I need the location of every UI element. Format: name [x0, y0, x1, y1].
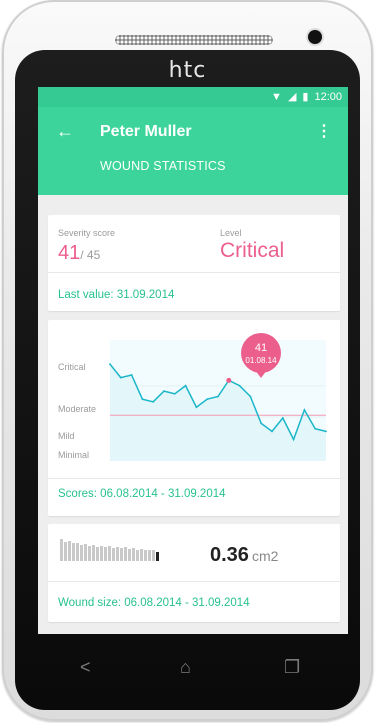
y-tick-mild: Mild [58, 431, 75, 441]
wound-size-bar [152, 550, 155, 561]
data-point [173, 392, 176, 395]
severity-card[interactable]: Severity score 41/ 45 Level Critical Las… [48, 215, 340, 311]
more-vert-icon[interactable]: ⋮ [316, 121, 332, 141]
data-point [195, 406, 198, 409]
wound-size-bar [108, 545, 111, 561]
data-point [119, 376, 122, 379]
wound-size-bar [80, 544, 83, 561]
wound-size-unit: cm2 [251, 548, 279, 564]
arrow-left-icon[interactable]: ← [56, 121, 74, 142]
severity-score: 41/ 45 [58, 242, 100, 265]
wound-size-bar [96, 546, 99, 561]
wound-size-bar [116, 546, 119, 561]
data-point [325, 430, 327, 433]
y-tick-moderate: Moderate [58, 404, 96, 414]
status-time: 12:00 [314, 90, 342, 103]
data-point [152, 400, 155, 403]
brand-logo: htc [168, 58, 207, 83]
data-point [271, 430, 273, 433]
status-bar: ▼ ◢ ▮ 12:00 [38, 87, 348, 107]
data-point [109, 363, 111, 366]
wound-size-bar [124, 547, 127, 561]
recents-icon[interactable]: ❐ [284, 657, 300, 678]
card-divider [48, 478, 340, 479]
page-subtitle: WOUND STATISTICS [100, 159, 226, 173]
tooltip-value: 41 [255, 342, 267, 354]
data-point [238, 384, 241, 387]
data-point [303, 409, 306, 411]
wound-size-bar [148, 550, 151, 561]
y-tick-critical: Critical [58, 362, 86, 372]
wound-size-bar [76, 543, 79, 561]
wound-size-sparkbars [60, 539, 159, 561]
data-point [184, 384, 187, 387]
data-point [130, 374, 133, 376]
signal-icon: ◢ [287, 91, 297, 103]
level-label: Level [220, 228, 242, 238]
back-icon[interactable]: < [80, 657, 91, 678]
data-point [260, 422, 263, 425]
wound-size-number: 0.36 [210, 544, 249, 566]
home-icon[interactable]: ⌂ [180, 657, 191, 678]
last-value-text: Last value: 31.09.2014 [58, 289, 175, 301]
card-divider [48, 272, 340, 273]
app-screen: ▼ ◢ ▮ 12:00 ← Peter Muller ⋮ WOUND STATI… [38, 87, 348, 634]
wound-size-card[interactable]: 0.36 cm2 Wound size: 06.08.2014 - 31.09.2… [48, 524, 340, 622]
wound-size-bar [68, 541, 71, 561]
wound-size-bar [92, 545, 95, 561]
data-point[interactable] [226, 377, 232, 383]
wound-size-bar [112, 547, 115, 561]
scores-card[interactable]: Critical Moderate Mild Minimal 41 01.08.… [48, 320, 340, 516]
battery-icon: ▮ [302, 91, 309, 103]
scores-range-text: Scores: 06.08.2014 - 31.09.2014 [58, 488, 226, 500]
app-bar: ← Peter Muller ⋮ WOUND STATISTICS [38, 107, 348, 195]
data-point [206, 398, 209, 401]
data-point [217, 395, 219, 398]
wound-size-bar [132, 547, 135, 561]
wound-size-bar [104, 547, 107, 561]
wound-size-bar [72, 543, 75, 561]
data-point [141, 398, 144, 401]
front-camera [308, 30, 322, 44]
card-divider [48, 581, 340, 582]
wound-size-bar [156, 552, 159, 561]
wound-size-bar [60, 539, 63, 561]
data-point [163, 390, 165, 392]
wound-size-range-text: Wound size: 06.08.2014 - 31.09.2014 [58, 597, 250, 609]
wound-size-bar [120, 548, 123, 561]
tooltip-date: 01.08.14 [245, 356, 277, 365]
data-point [292, 438, 295, 441]
y-tick-minimal: Minimal [58, 450, 89, 460]
wound-size-bar [84, 543, 87, 561]
level-value: Critical [220, 239, 285, 262]
severity-score-value: 41 [58, 242, 81, 264]
page-title: Peter Muller [100, 123, 192, 140]
wound-size-bar [144, 550, 147, 561]
wound-size-value: 0.36 cm2 [210, 544, 278, 567]
severity-chart[interactable]: Critical Moderate Mild Minimal 41 01.08.… [48, 320, 340, 470]
wifi-icon: ▼ [271, 90, 282, 103]
data-point [249, 395, 252, 398]
speaker-grille [115, 35, 273, 45]
wound-size-bar [64, 542, 67, 561]
severity-score-max: / 45 [80, 248, 101, 262]
wound-size-bar [136, 549, 139, 561]
wound-size-bar [100, 546, 103, 561]
wound-size-bar [88, 545, 91, 561]
wound-size-bar [140, 548, 143, 561]
wound-size-bar [128, 548, 131, 561]
severity-label: Severity score [58, 228, 116, 238]
data-point [281, 417, 284, 419]
data-point [314, 427, 317, 430]
